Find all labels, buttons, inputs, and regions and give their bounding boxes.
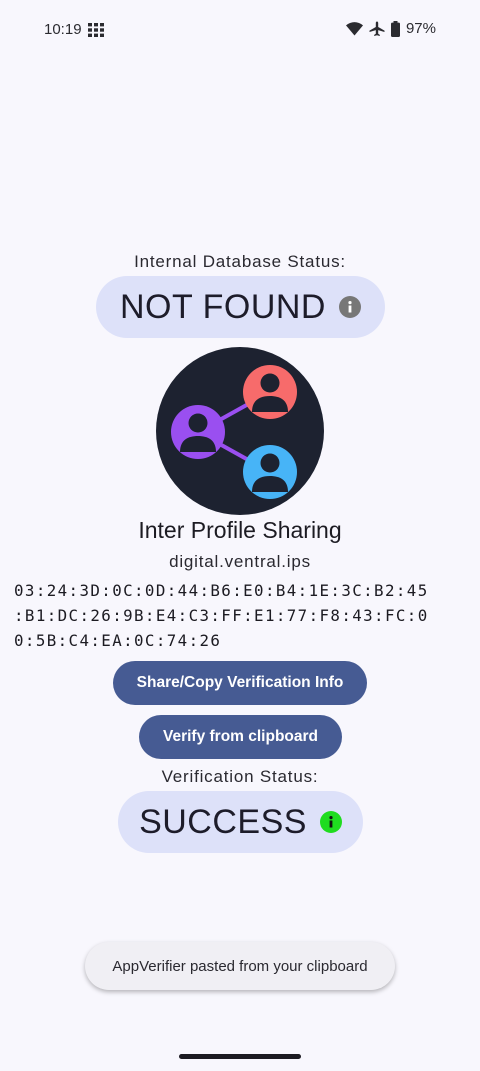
database-status-value: NOT FOUND [120, 287, 326, 326]
battery-percentage: 97% [405, 20, 436, 37]
verification-status-pill: SUCCESS [118, 791, 363, 853]
info-icon[interactable] [338, 296, 361, 318]
gesture-navigation-bar[interactable] [179, 1054, 301, 1059]
toast-message: AppVerifier pasted from your clipboard [85, 942, 395, 990]
verification-status-value: SUCCESS [139, 802, 307, 841]
certificate-hash-line: 03:24:3D:0C:0D:44:B6:E0:B4:1E:3C:B2:45 [14, 581, 429, 600]
database-status-pill: NOT FOUND [96, 276, 385, 338]
certificate-hash: 03:24:3D:0C:0D:44:B6:E0:B4:1E:3C:B2:45 :… [14, 578, 466, 653]
app-name: Inter Profile Sharing [138, 517, 342, 543]
share-copy-verification-button[interactable]: Share/Copy Verification Info [113, 661, 367, 705]
clock: 10:19 [44, 21, 82, 38]
certificate-hash-line: :B1:DC:26:9B:E4:C3:FF:E1:77:F8:43:FC:0 [14, 606, 429, 625]
battery-icon [390, 20, 400, 37]
package-name: digital.ventral.ips [169, 552, 311, 571]
wifi-icon [345, 21, 363, 35]
database-status-label: Internal Database Status: [134, 252, 346, 271]
status-bar: 10:19 97% [0, 0, 480, 60]
grid-icon [88, 23, 104, 37]
share-network-icon [171, 365, 297, 499]
verify-from-clipboard-button[interactable]: Verify from clipboard [139, 715, 342, 759]
app-logo [156, 347, 324, 515]
system-icons: 97% [345, 20, 436, 37]
airplane-mode-icon [369, 21, 385, 36]
info-icon[interactable] [319, 811, 342, 833]
verification-status-label: Verification Status: [161, 767, 319, 786]
certificate-hash-line: 0:5B:C4:EA:0C:74:26 [14, 631, 222, 650]
